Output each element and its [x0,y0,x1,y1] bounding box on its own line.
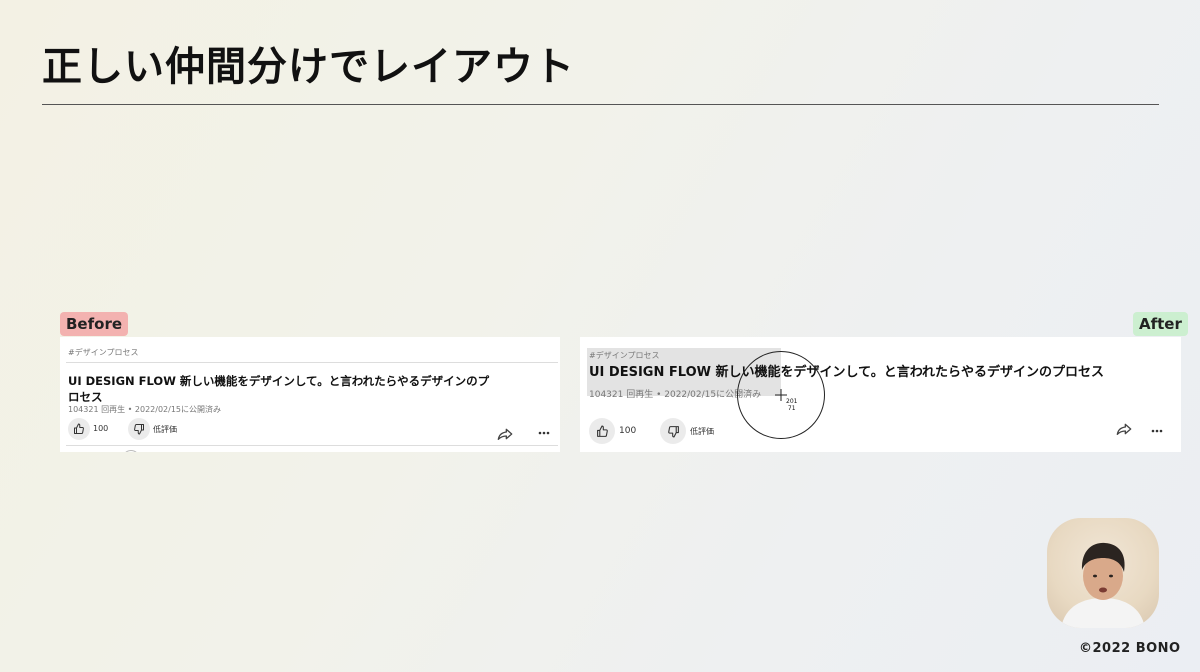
dislike-button[interactable] [660,418,686,444]
video-title: UI DESIGN FLOW 新しい機能をデザインして。と言われたらやるデザイン… [68,374,490,404]
more-horizontal-icon[interactable] [1151,429,1163,433]
thumbs-up-icon [596,425,608,437]
cursor-readout-y: 71 [787,405,796,412]
thumbs-up-icon [74,423,84,434]
video-meta: 104321 回再生 • 2022/02/15に公開済み [68,405,221,414]
cursor-readout-x: 201 [786,398,798,405]
title-divider [42,104,1159,105]
video-title: UI DESIGN FLOW 新しい機能をデザインして。と言われたらやるデザイン… [589,365,1105,380]
before-tag: Before [60,312,129,336]
thumbs-down-icon [667,425,679,437]
presenter-video [1047,518,1159,628]
divider [66,445,558,446]
video-meta: 104321 回再生 • 2022/02/15に公開済み [589,390,762,400]
after-panel: #デザインプロセス UI DESIGN FLOW 新しい機能をデザインして。と言… [580,337,1181,452]
hashtag-link[interactable]: #デザインプロセス [68,347,138,358]
dislike-label: 低評価 [153,425,177,434]
like-button[interactable] [589,418,615,444]
dislike-button[interactable] [128,418,150,440]
cursor-readout: 201 71 [786,398,797,412]
hashtag-link[interactable]: #デザインプロセス [589,350,659,361]
dislike-label: 低評価 [690,427,714,436]
like-count: 100 [93,424,109,433]
after-tag: After [1133,312,1188,336]
share-arrow-icon[interactable] [497,428,513,440]
copyright: ©2022 BONO [1079,641,1181,656]
share-arrow-icon[interactable] [1116,423,1132,435]
slide-title: 正しい仲間分けでレイアウト [42,44,575,90]
before-panel: #デザインプロセス UI DESIGN FLOW 新しい機能をデザインして。と言… [60,337,560,452]
divider [66,362,558,363]
like-count: 100 [619,426,637,436]
thumbs-down-icon [134,424,144,435]
avatar [122,450,140,452]
more-horizontal-icon[interactable] [538,431,550,435]
presenter-silhouette [1061,542,1145,628]
like-button[interactable] [68,418,90,440]
